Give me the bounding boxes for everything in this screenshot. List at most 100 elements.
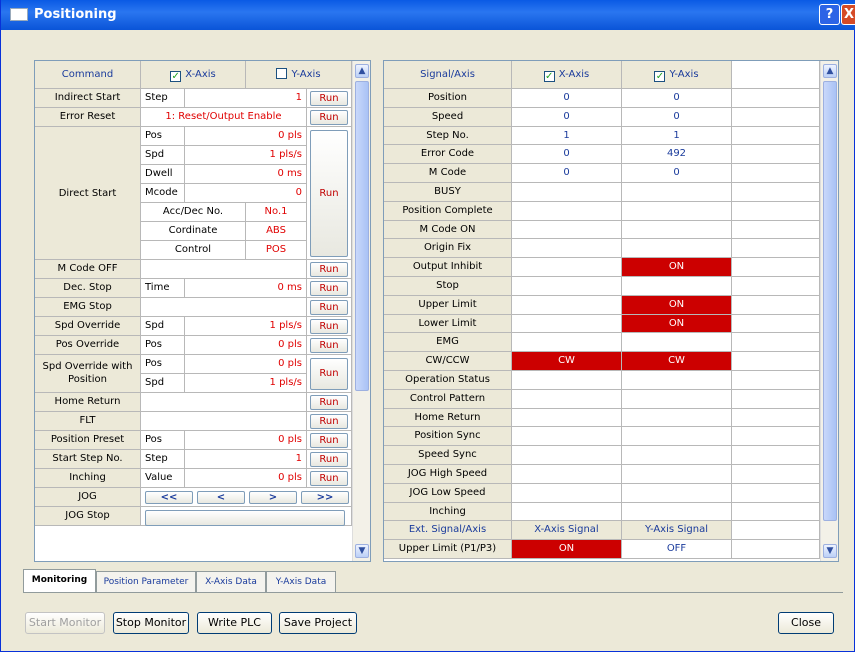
signal-m-code-on-empty <box>732 220 820 240</box>
signal-panel: Signal/Axis ✓ X-Axis ✓ Y-Axis Position 0 0 Speed… <box>383 60 839 562</box>
scroll-up-icon[interactable]: ▲ <box>823 64 837 78</box>
signal-cw-ccw-label: CW/CCW <box>384 352 512 371</box>
y-axis-checkbox[interactable] <box>276 68 288 79</box>
write-plc-button[interactable]: Write PLC <box>197 612 272 634</box>
m-code-off-field <box>141 260 307 279</box>
x-axis-checkbox[interactable]: ✓ <box>170 71 182 82</box>
indirect-start-sub: Step <box>141 89 185 108</box>
pos-override-run-button[interactable]: Run <box>310 338 348 353</box>
y-axis-checkbox[interactable]: ✓ <box>654 71 666 82</box>
tab-position-parameter[interactable]: Position Parameter <box>96 571 196 592</box>
stop-monitor-button[interactable]: Stop Monitor <box>113 612 189 634</box>
positioning-window: Positioning ? X Command ✓ X-Axis Y-Axis Indi… <box>0 0 855 652</box>
m-code-off-run-button[interactable]: Run <box>310 262 348 277</box>
direct-start-run-button[interactable]: Run <box>310 130 348 257</box>
jog-stop-button[interactable] <box>145 510 345 526</box>
jog-fast-forward-button[interactable]: >> <box>301 491 349 504</box>
position-preset-run-button[interactable]: Run <box>310 433 348 448</box>
signal-output-inhibit-y-value: ON <box>622 258 732 277</box>
start-step-no-value[interactable]: 1 <box>185 450 307 469</box>
dec-stop-run-button[interactable]: Run <box>310 281 348 296</box>
error-reset-run-button[interactable]: Run <box>310 110 348 125</box>
direct-start-mcode-value[interactable]: 0 <box>185 184 307 203</box>
header-x-axis[interactable]: ✓ X-Axis <box>141 61 246 89</box>
direct-start-spd-value[interactable]: 1 pls/s <box>185 146 307 165</box>
signal-scrollbar[interactable]: ▲ ▼ <box>820 61 838 561</box>
title-bar[interactable]: Positioning ? X <box>1 0 855 30</box>
signal-cw-ccw-y-value: CW <box>622 352 732 371</box>
save-project-button[interactable]: Save Project <box>279 612 357 634</box>
help-button[interactable]: ? <box>819 4 840 25</box>
x-axis-checkbox[interactable]: ✓ <box>543 71 555 82</box>
inching-sub: Value <box>141 469 185 488</box>
scroll-thumb[interactable] <box>355 81 369 391</box>
position-preset-label: Position Preset <box>35 431 141 450</box>
tab-content-border <box>23 592 843 593</box>
signal-position-empty <box>732 89 820 108</box>
signal-emg-label: EMG <box>384 333 512 353</box>
start-monitor-button[interactable]: Start Monitor <box>25 612 105 634</box>
inching-run-button[interactable]: Run <box>310 471 348 486</box>
signal-home-return-empty <box>732 408 820 428</box>
direct-start-cordinate-value[interactable]: ABS <box>246 222 307 241</box>
spd-override-with-position-value1[interactable]: 0 pls <box>185 355 307 374</box>
emg-stop-run-button[interactable]: Run <box>310 300 348 315</box>
spd-override-with-position-line2: Position <box>68 374 107 385</box>
y-axis-label: Y-Axis <box>291 69 321 80</box>
spd-override-value[interactable]: 1 pls/s <box>185 317 307 336</box>
signal-position-sync-empty <box>732 427 820 447</box>
header-y-axis[interactable]: ✓ Y-Axis <box>622 61 732 89</box>
spd-override-run-button[interactable]: Run <box>310 319 348 334</box>
spd-override-with-position-value2[interactable]: 1 pls/s <box>185 374 307 393</box>
jog-forward-button[interactable]: > <box>249 491 297 504</box>
direct-start-pos-value[interactable]: 0 pls <box>185 127 307 146</box>
direct-start-mcode-sub: Mcode <box>141 184 185 203</box>
spd-override-sub: Spd <box>141 317 185 336</box>
signal-operation-status-label: Operation Status <box>384 371 512 390</box>
scroll-down-icon[interactable]: ▼ <box>355 544 369 558</box>
scroll-down-icon[interactable]: ▼ <box>823 544 837 558</box>
signal-control-pattern-empty <box>732 389 820 409</box>
home-return-run-button[interactable]: Run <box>310 395 348 410</box>
error-reset-label: Error Reset <box>35 108 141 127</box>
signal-error-code-label: Error Code <box>384 145 512 165</box>
direct-start-accdec-value[interactable]: No.1 <box>246 203 307 222</box>
jog-reverse-button[interactable]: < <box>197 491 245 504</box>
signal-stop-label: Stop <box>384 277 512 296</box>
scroll-thumb[interactable] <box>823 81 837 521</box>
header-x-axis[interactable]: ✓ X-Axis <box>512 61 622 89</box>
spd-override-with-position-run-button[interactable]: Run <box>310 358 348 390</box>
direct-start-control-value[interactable]: POS <box>246 241 307 260</box>
command-scrollbar[interactable]: ▲ ▼ <box>352 61 370 561</box>
direct-start-pos-sub: Pos <box>141 127 185 146</box>
tab-x-axis-data[interactable]: X-Axis Data <box>196 571 266 592</box>
signal-speed-label: Speed <box>384 107 512 127</box>
start-step-no-run-button[interactable]: Run <box>310 452 348 467</box>
tab-monitoring[interactable]: Monitoring <box>23 569 96 592</box>
signal-inching-label: Inching <box>384 502 512 522</box>
direct-start-dwell-value[interactable]: 0 ms <box>185 165 307 184</box>
spd-override-label: Spd Override <box>35 317 141 336</box>
error-reset-value[interactable]: 1: Reset/Output Enable <box>141 108 307 127</box>
signal-m-code-on-label: M Code ON <box>384 220 512 240</box>
dec-stop-value[interactable]: 0 ms <box>185 279 307 298</box>
indirect-start-run-button[interactable]: Run <box>310 91 348 106</box>
inching-value[interactable]: 0 pls <box>185 469 307 488</box>
close-window-button[interactable]: X <box>841 4 855 25</box>
tab-y-axis-data[interactable]: Y-Axis Data <box>266 571 336 592</box>
signal-lower-limit-label: Lower Limit <box>384 314 512 334</box>
header-y-axis[interactable]: Y-Axis <box>246 61 352 89</box>
signal-jog-low-speed-label: JOG Low Speed <box>384 483 512 503</box>
position-preset-value[interactable]: 0 pls <box>185 431 307 450</box>
signal-operation-status-y-value <box>622 371 732 390</box>
scroll-up-icon[interactable]: ▲ <box>355 64 369 78</box>
signal-lower-limit-y-value: ON <box>622 314 732 334</box>
signal-inching-x-value <box>512 502 622 522</box>
signal-operation-status-empty <box>732 371 820 390</box>
jog-fast-reverse-button[interactable]: << <box>145 491 193 504</box>
indirect-start-value[interactable]: 1 <box>185 89 307 108</box>
position-preset-sub: Pos <box>141 431 185 450</box>
pos-override-value[interactable]: 0 pls <box>185 336 307 355</box>
flt-run-button[interactable]: Run <box>310 414 348 429</box>
close-button[interactable]: Close <box>778 612 834 634</box>
